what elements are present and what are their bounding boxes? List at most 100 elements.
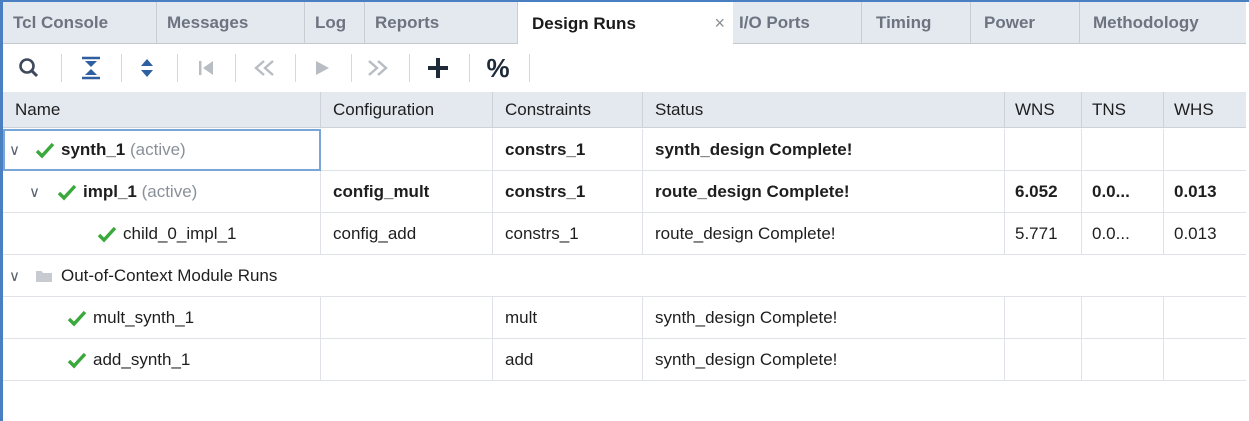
chevron-down-icon[interactable]: ∨ bbox=[29, 183, 45, 201]
run-name-cell: child_0_impl_1 bbox=[3, 213, 321, 255]
status-cell: synth_design Complete! bbox=[643, 339, 1005, 381]
search-button[interactable] bbox=[15, 52, 43, 84]
previous-button[interactable] bbox=[249, 52, 279, 84]
toolbar-separator bbox=[529, 54, 530, 82]
tab-label: Tcl Console bbox=[13, 13, 109, 32]
whs-cell: 0.013 bbox=[1174, 224, 1217, 243]
add-icon bbox=[428, 58, 448, 78]
tab-log[interactable]: Log bbox=[305, 2, 365, 44]
table-row[interactable]: child_0_impl_1 config_add constrs_1 rout… bbox=[3, 213, 1246, 255]
run-name: mult_synth_1 bbox=[93, 308, 195, 327]
column-header-status[interactable]: Status bbox=[643, 92, 1005, 128]
check-icon bbox=[67, 352, 87, 369]
column-header-tns[interactable]: TNS bbox=[1082, 92, 1164, 128]
tab-label: Power bbox=[984, 13, 1036, 32]
column-header-name[interactable]: Name bbox=[3, 92, 321, 128]
wns-cell bbox=[1005, 339, 1082, 381]
run-name: add_synth_1 bbox=[93, 350, 191, 369]
toolbar-separator bbox=[121, 54, 122, 82]
check-icon bbox=[97, 226, 117, 243]
toolbar-separator bbox=[469, 54, 470, 82]
constraints-cell: constrs_1 bbox=[493, 213, 643, 255]
tns-cell bbox=[1082, 297, 1164, 339]
first-button[interactable] bbox=[193, 52, 219, 84]
add-run-button[interactable] bbox=[423, 52, 453, 84]
tab-bar: Tcl Console Messages Log Reports Design … bbox=[3, 2, 1246, 45]
constraints-cell: mult bbox=[493, 297, 643, 339]
wns-cell bbox=[1005, 297, 1082, 339]
run-name-cell: ∨ impl_1 (active) bbox=[3, 171, 321, 213]
toolbar-separator bbox=[351, 54, 352, 82]
status-cell: route_design Complete! bbox=[643, 213, 1005, 255]
play-button[interactable] bbox=[309, 52, 335, 84]
group-name-cell: ∨ Out-of-Context Module Runs bbox=[3, 255, 643, 297]
column-label: Constraints bbox=[505, 99, 591, 119]
run-name: child_0_impl_1 bbox=[123, 224, 237, 243]
configuration-cell bbox=[321, 339, 493, 381]
active-label: (active) bbox=[129, 140, 186, 159]
tab-tcl-console[interactable]: Tcl Console bbox=[3, 2, 157, 44]
run-name-cell: ∨ synth_1 (active) bbox=[3, 129, 321, 171]
configuration-cell bbox=[321, 129, 493, 171]
collapse-all-button[interactable] bbox=[77, 52, 105, 84]
wns-cell: 5.771 bbox=[1005, 213, 1082, 255]
tab-io-ports[interactable]: I/O Ports bbox=[733, 2, 862, 44]
whs-cell bbox=[1164, 339, 1246, 381]
wns-cell bbox=[1005, 129, 1082, 171]
column-label: Configuration bbox=[333, 99, 435, 119]
percent-button[interactable]: % bbox=[481, 52, 515, 84]
tab-reports[interactable]: Reports bbox=[365, 2, 518, 44]
tab-messages[interactable]: Messages bbox=[157, 2, 305, 44]
status-cell: route_design Complete! bbox=[643, 171, 1005, 213]
tab-label: Design Runs bbox=[532, 13, 636, 33]
group-name: Out-of-Context Module Runs bbox=[61, 266, 278, 285]
configuration-cell bbox=[321, 297, 493, 339]
folder-icon bbox=[36, 271, 52, 282]
chevron-down-icon[interactable]: ∨ bbox=[9, 267, 25, 285]
column-header-whs[interactable]: WHS bbox=[1164, 92, 1246, 128]
check-icon bbox=[57, 184, 77, 201]
column-header-configuration[interactable]: Configuration bbox=[321, 92, 493, 128]
whs-cell bbox=[1164, 297, 1246, 339]
constraints-cell: add bbox=[493, 339, 643, 381]
collapse-all-icon bbox=[82, 56, 100, 80]
next-icon bbox=[368, 60, 388, 76]
tab-power[interactable]: Power bbox=[971, 2, 1080, 44]
toolbar-separator bbox=[235, 54, 236, 82]
chevron-down-icon[interactable]: ∨ bbox=[9, 141, 25, 159]
tns-cell: 0.0... bbox=[1082, 213, 1164, 255]
whs-cell: 0.013 bbox=[1174, 182, 1217, 201]
tab-label: Log bbox=[315, 13, 347, 32]
table-row[interactable]: ∨ synth_1 (active) constrs_1 synth_desig… bbox=[3, 129, 1246, 171]
toolbar-separator bbox=[295, 54, 296, 82]
expand-all-button[interactable] bbox=[133, 52, 161, 84]
tab-timing[interactable]: Timing bbox=[862, 2, 971, 44]
previous-icon bbox=[254, 60, 274, 76]
tns-cell bbox=[1082, 129, 1164, 171]
tab-design-runs[interactable]: Design Runs × bbox=[518, 2, 733, 45]
tab-label: Timing bbox=[876, 13, 932, 32]
run-name-cell: add_synth_1 bbox=[3, 339, 321, 381]
configuration-cell: config_mult bbox=[321, 171, 493, 213]
table-row[interactable]: ∨ Out-of-Context Module Runs bbox=[3, 255, 1246, 297]
percent-icon: % bbox=[486, 52, 510, 83]
check-icon bbox=[35, 142, 55, 159]
table-row[interactable]: mult_synth_1 mult synth_design Complete! bbox=[3, 297, 1246, 339]
close-tab-icon[interactable]: × bbox=[714, 13, 725, 34]
tab-methodology[interactable]: Methodology bbox=[1080, 2, 1246, 44]
column-header-constraints[interactable]: Constraints bbox=[493, 92, 643, 128]
constraints-cell: constrs_1 bbox=[493, 171, 643, 213]
tns-cell bbox=[1082, 339, 1164, 381]
table-row[interactable]: ∨ impl_1 (active) config_mult constrs_1 … bbox=[3, 171, 1246, 213]
run-name: impl_1 bbox=[83, 182, 137, 201]
whs-cell bbox=[1164, 129, 1246, 171]
table-row[interactable]: add_synth_1 add synth_design Complete! bbox=[3, 339, 1246, 381]
tab-label: Reports bbox=[375, 13, 440, 32]
wns-cell: 6.052 bbox=[1005, 171, 1082, 213]
tab-label: Messages bbox=[167, 13, 249, 32]
next-button[interactable] bbox=[363, 52, 393, 84]
column-header-wns[interactable]: WNS bbox=[1005, 92, 1082, 128]
toolbar-separator bbox=[61, 54, 62, 82]
constraints-cell: constrs_1 bbox=[493, 129, 643, 171]
tab-label: I/O Ports bbox=[739, 13, 810, 32]
